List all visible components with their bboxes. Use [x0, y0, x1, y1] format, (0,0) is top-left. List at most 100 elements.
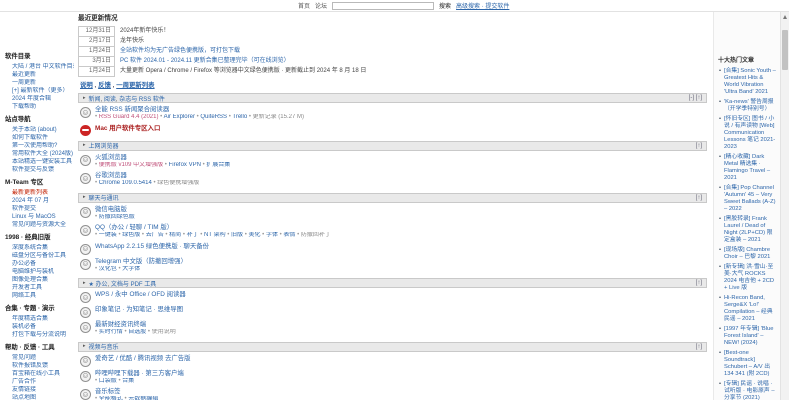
section-collapse-arrow-icon[interactable]: ▸ — [83, 344, 86, 349]
section-collapse-arrow-icon[interactable]: ▸ — [83, 280, 86, 286]
sidebar-link[interactable]: 如何下载软件 — [12, 135, 48, 141]
page-scrollbar[interactable] — [780, 12, 789, 400]
software-sub-link[interactable]: 合集 — [122, 378, 134, 384]
software-title-link[interactable]: QQ（办公 / 轻聊 / TIM 版） — [95, 224, 173, 231]
software-sub-link[interactable]: QuiteRSS — [200, 114, 227, 120]
notice-link[interactable]: 说明 — [80, 82, 93, 89]
sidebar-link[interactable]: 2024 年 07 月 — [12, 198, 49, 204]
sidebar-link[interactable]: 常用软件大全 (2024版) — [12, 151, 73, 157]
software-sub-link[interactable]: 表情 — [283, 232, 295, 238]
software-sub-link[interactable]: Air Explorer — [164, 114, 195, 120]
software-sub-link[interactable]: 字体 — [266, 232, 278, 238]
right-post-link[interactable]: [怀旧专区] 图书 / 小说 / 有声读物 [Web] Communicatio… — [724, 116, 775, 150]
search-input[interactable] — [332, 1, 435, 10]
scroll-up-icon[interactable] — [781, 12, 789, 21]
sidebar-link[interactable]: 图像处理合集 — [12, 277, 48, 283]
sidebar-link[interactable]: 大陆 / 港台 中文软件目录 — [12, 64, 74, 70]
software-sub-link[interactable]: 大字体 — [122, 266, 140, 272]
software-title-link[interactable]: 火狐浏览器 — [95, 154, 127, 161]
section-collapse-arrow-icon[interactable]: ▸ — [83, 143, 86, 148]
sidebar-link[interactable]: 广告合作 — [12, 379, 36, 385]
section-header-link[interactable]: 上网浏览器 — [89, 144, 119, 150]
topbar-forum-link[interactable]: 论坛 — [315, 1, 327, 10]
software-sub-link[interactable]: Firefox VPN — [169, 162, 201, 168]
software-title-link[interactable]: WPS / 永中 Office / OFD 阅读器 — [95, 291, 186, 298]
software-sub-link[interactable]: 扩展合集 — [206, 162, 230, 168]
right-post-link[interactable]: 'Ka-news' 警告周报（开学季特别号） — [724, 99, 774, 112]
section-header-link[interactable]: ★ 办公 — [89, 282, 108, 288]
sidebar-link[interactable]: [+] 最新软件（更多） — [12, 88, 69, 94]
right-post-link[interactable]: [合集] Pop Channel 'Autumn' 45 – Very Swee… — [724, 185, 776, 212]
sidebar-link[interactable]: Linux 与 MacOS — [12, 214, 56, 220]
section-header-link[interactable]: 新闻 — [89, 97, 101, 103]
notice-link[interactable]: 一周更新列表 — [116, 82, 154, 89]
sidebar-link[interactable]: 百宝箱在线小工具 — [12, 371, 60, 377]
software-title-link[interactable]: 全能 RSS 新闻聚合阅读器 — [95, 106, 169, 113]
section-top-control[interactable]: [↑] — [696, 344, 702, 350]
software-sub-link[interactable]: 汉化包 — [99, 266, 117, 272]
sidebar-link[interactable]: 友情链接 — [12, 387, 36, 393]
right-post-link[interactable]: [现场版] Chambre Choir – 巴黎 2021 — [724, 247, 770, 260]
search-button[interactable]: 搜索 — [439, 1, 451, 10]
section-header-link[interactable]: 阅读 — [104, 97, 116, 103]
software-sub-link[interactable]: RSS Guard 4.4 (2021) — [99, 114, 159, 120]
update-text[interactable]: PC 软件 2024.01 - 2024.11 更新合集已整理完毕（可在线浏览） — [115, 57, 372, 67]
sidebar-link[interactable]: 关于本站 (about) — [12, 127, 57, 133]
sidebar-link[interactable]: 常见问题 — [12, 355, 36, 361]
sidebar-link[interactable]: 软件报错反馈 — [12, 363, 48, 369]
right-post-link[interactable]: [精心收藏] Dark Metal 精选集 · Flamingo Travel … — [724, 154, 770, 181]
software-title-link[interactable]: 最新财经资讯终端 — [95, 321, 146, 328]
right-post-link[interactable]: [1997 年专辑] 'Blue Forest Island' – NEW! (… — [724, 326, 773, 346]
software-sub-link[interactable]: 口袋版 — [99, 378, 117, 384]
section-header-link[interactable]: 文档与 PDF 工具 — [111, 282, 156, 288]
sidebar-link[interactable]: 网络工具 — [12, 293, 36, 299]
software-sub-link[interactable]: 元数据编辑 — [128, 396, 158, 400]
sidebar-link[interactable]: 装机必备 — [12, 324, 36, 330]
sidebar-link[interactable]: 一周更新 — [12, 80, 36, 86]
software-sub-link[interactable]: NT 架构 — [204, 232, 226, 238]
software-title-link[interactable]: 哔哩哔哩下载器 · 第三方客户端 — [95, 370, 184, 377]
software-sub-link[interactable]: 自选股 — [128, 329, 146, 335]
section-header-link[interactable]: 聊天与通讯 — [89, 196, 119, 202]
alert-link[interactable]: Mac 用户软件专区入口 — [95, 125, 160, 132]
software-title-link[interactable]: 音乐标签 — [95, 388, 121, 395]
right-post-link[interactable]: Hi-Recon Band, Serge&X 'Lo!' Compilation… — [724, 295, 773, 322]
section-top-control[interactable]: [-] [↑] — [689, 95, 702, 101]
software-sub-link[interactable]: 绿色版 — [122, 232, 140, 238]
software-sub-link[interactable]: 精简 — [169, 232, 181, 238]
advanced-search-link[interactable]: 高级搜索 · 提交软件 — [456, 1, 509, 10]
sidebar-link[interactable]: 常见问题与资源大全 — [12, 222, 66, 228]
sidebar-link[interactable]: 办公必备 — [12, 261, 36, 267]
sidebar-link[interactable]: 电脑维护与装机 — [12, 269, 54, 275]
section-header-link[interactable]: 视频与音乐 — [89, 345, 119, 351]
software-sub-link[interactable]: 补丁 — [187, 232, 199, 238]
software-sub-link[interactable]: 便携版 v109 中文增强版 — [99, 162, 163, 168]
section-top-control[interactable]: [↑] — [696, 280, 702, 286]
software-sub-link[interactable]: Chrome 109.0.5414 — [99, 180, 152, 186]
section-collapse-arrow-icon[interactable]: ▸ — [83, 95, 86, 101]
sidebar-link[interactable]: 深度系统合集 — [12, 245, 48, 251]
software-sub-link[interactable]: 实时行情 — [99, 329, 123, 335]
right-post-link[interactable]: [Best-one Soundtrack] Schubert – A/V 出 1… — [724, 350, 770, 377]
sidebar-link[interactable]: 打包下载与分流说明 — [12, 332, 66, 338]
sidebar-link[interactable]: 2024 年度合辑 — [12, 96, 51, 102]
software-sub-link[interactable]: Trello — [232, 114, 247, 120]
software-title-link[interactable]: 微信电脑版 — [95, 206, 127, 213]
software-title-link[interactable]: 爱奇艺 / 优酷 / 腾讯视频 去广告版 — [95, 355, 191, 362]
software-sub-link[interactable]: 旧版 — [231, 232, 243, 238]
right-post-link[interactable]: [新专辑] 洪·雪山·至美·大气 ROCKS 2024 电吉他 + 2CD + … — [724, 264, 774, 291]
software-title-link[interactable]: 印象笔记 · 为知笔记 · 思维导图 — [95, 306, 183, 313]
right-post-link[interactable]: [黑胶转录] Frank Laurel / Dead of Night (2LP… — [724, 216, 772, 243]
software-title-link[interactable]: WhatsApp 2.2.15 绿色便携版 · 聊天备份 — [95, 243, 209, 250]
section-top-control[interactable]: [↑] — [696, 195, 702, 201]
sidebar-link[interactable]: 本站精选一键安装工具 — [12, 159, 72, 165]
software-sub-link[interactable]: 防撤回绿色版 — [99, 214, 135, 220]
sidebar-link[interactable]: 年度精选合集 — [12, 316, 48, 322]
software-sub-link[interactable]: 美化 — [249, 232, 261, 238]
notice-link[interactable]: 反馈 — [98, 82, 111, 89]
sidebar-link[interactable]: 第一次使用帮助? — [12, 143, 57, 149]
section-header-link[interactable]: 杂志与 RSS 软件 — [119, 97, 165, 103]
section-top-control[interactable]: [↑] — [696, 143, 702, 149]
sidebar-link[interactable]: 站点地图 — [12, 395, 36, 400]
sidebar-link[interactable]: 软件提交 — [12, 206, 36, 212]
